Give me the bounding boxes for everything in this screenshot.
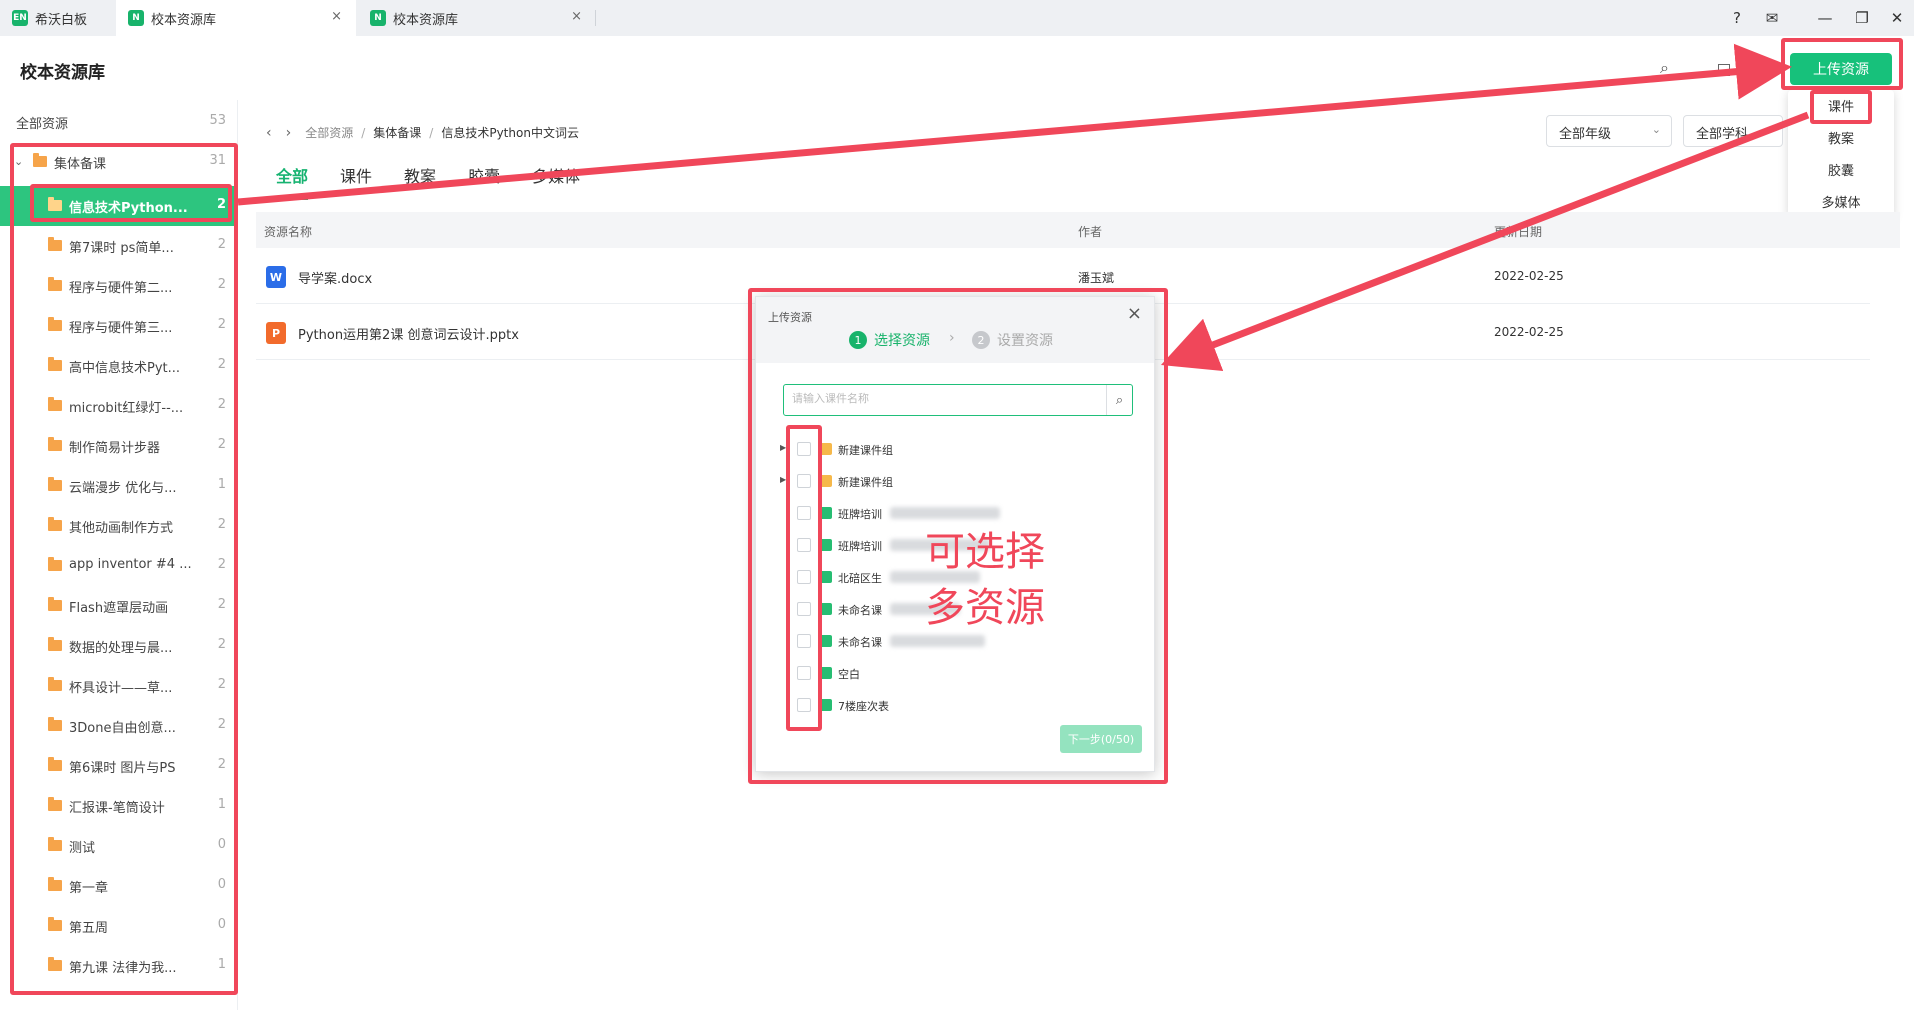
app-window: EN 希沃白板 N 校本资源库 × N 校本资源库 × ? ✉ — ❐ ✕ 校本…: [0, 0, 1914, 1010]
annotation-arrow: [1160, 111, 1810, 371]
annotation-arrows: [237, 43, 1810, 371]
annotation-arrow: [237, 43, 1792, 206]
